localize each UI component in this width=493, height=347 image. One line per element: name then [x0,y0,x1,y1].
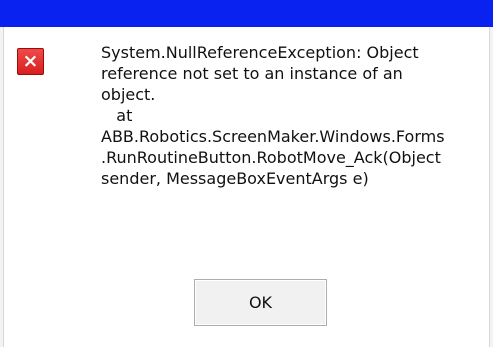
message-line: .RunRoutineButton.RobotMove_Ack(Object [101,148,441,167]
message-line: reference not set to an instance of an [101,64,403,83]
message-line: System.NullReferenceException: Object [101,43,419,62]
error-message: System.NullReferenceException: Object re… [101,42,486,222]
error-icon: × [17,48,44,75]
error-dialog: × System.NullReferenceException: Object … [0,0,493,347]
ok-button[interactable]: OK [194,279,327,326]
message-line: sender, MessageBoxEventArgs e) [101,169,369,188]
dialog-left-border [0,27,4,347]
message-line: at [101,106,133,125]
message-line: ABB.Robotics.ScreenMaker.Windows.Forms [101,127,445,146]
dialog-right-border [489,27,493,347]
dialog-title-bar[interactable] [0,0,493,27]
message-line: object. [101,85,156,104]
